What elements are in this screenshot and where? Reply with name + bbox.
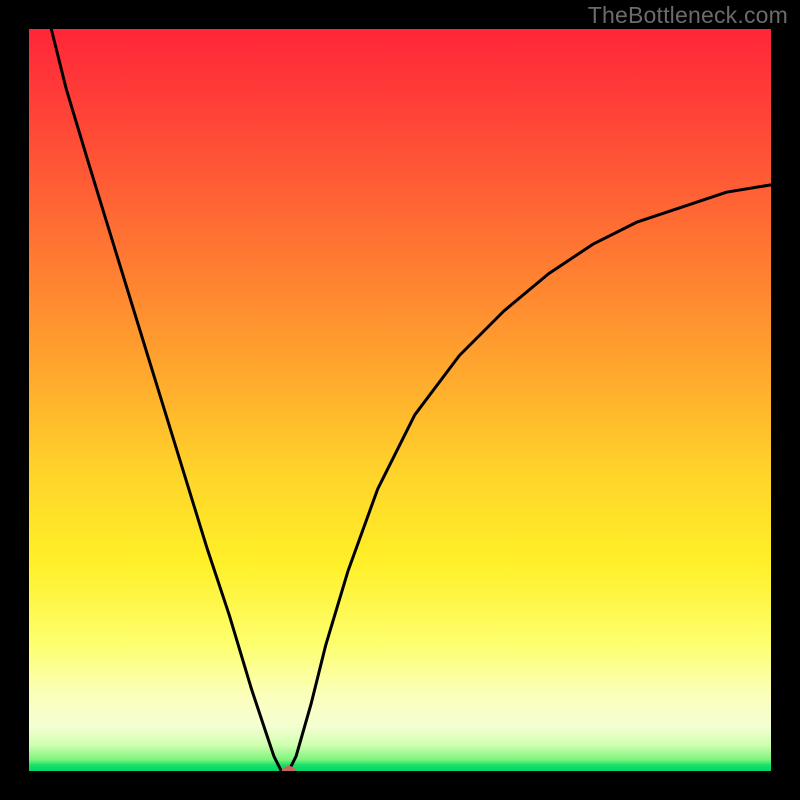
plot-area <box>29 29 771 771</box>
curve-layer <box>29 29 771 771</box>
watermark-text: TheBottleneck.com <box>588 2 788 29</box>
bottleneck-curve <box>51 29 771 771</box>
optimal-point-marker <box>282 766 296 771</box>
chart-frame: TheBottleneck.com <box>0 0 800 800</box>
